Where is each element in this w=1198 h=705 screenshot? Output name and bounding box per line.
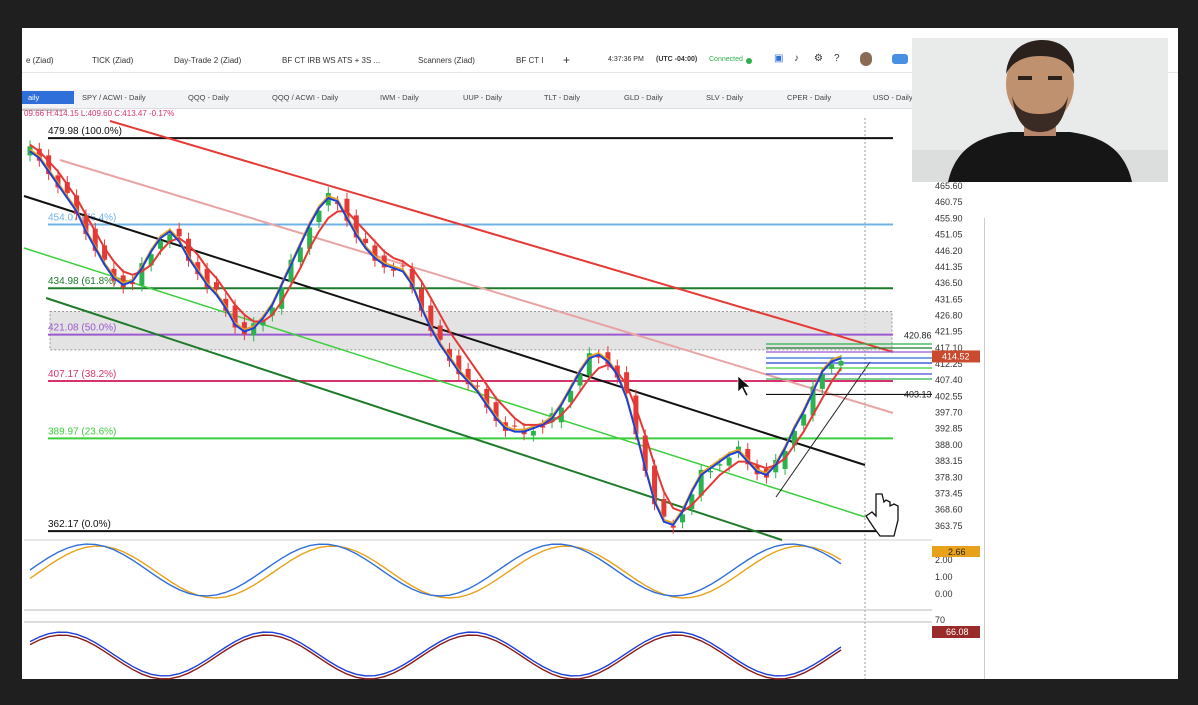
candle-body	[437, 325, 443, 340]
price-tick-label: 388.00	[935, 440, 963, 450]
price-tick-label: 465.60	[935, 181, 963, 191]
price-tick-label: 392.85	[935, 424, 963, 434]
candle-body	[726, 457, 732, 466]
fib-level-label: 421.08 (50.0%)	[48, 323, 116, 334]
price-tick-label: 397.70	[935, 408, 963, 418]
candle-body	[176, 228, 182, 237]
price-tick-label: 431.65	[935, 294, 963, 304]
candle-body	[512, 425, 518, 427]
fib-level-label: 434.98 (61.8%)	[48, 276, 116, 287]
mouse-cursor-icon	[737, 375, 751, 397]
price-tick-label: 368.60	[935, 505, 963, 515]
price-tick-label: 436.50	[935, 278, 963, 288]
price-tick-label: 451.05	[935, 230, 963, 240]
candle-body	[213, 282, 219, 290]
rsi-slow-line	[29, 634, 842, 680]
candle-body	[530, 430, 536, 436]
price-level-label: 403.13	[904, 389, 932, 399]
price-level-label: 414.52	[942, 351, 970, 361]
price-tick-label: 446.20	[935, 246, 963, 256]
candle-body	[474, 385, 480, 387]
fib-level-label: 362.17 (0.0%)	[48, 519, 111, 530]
candle-body	[717, 464, 723, 466]
price-tick-label: 402.55	[935, 391, 963, 401]
presenter-video	[912, 38, 1168, 182]
fib-level-label: 389.97 (23.6%)	[48, 426, 116, 437]
osc-tick-label: 0.00	[935, 589, 953, 599]
fib-level-label: 479.98 (100.0%)	[48, 126, 122, 137]
price-tick-label: 455.90	[935, 213, 963, 223]
stoch-fast-line	[29, 543, 842, 597]
hand-cursor-icon	[865, 493, 899, 537]
rsi-fast-line	[29, 631, 842, 677]
rsi-tick-label: 70	[935, 615, 945, 625]
price-tick-label: 407.40	[935, 375, 963, 385]
consolidation-zone	[49, 310, 893, 351]
rsi-value-label: 66.08	[946, 627, 969, 637]
stoch-slow-line	[29, 545, 842, 599]
price-tick-label: 383.15	[935, 456, 963, 466]
candle-body	[838, 360, 844, 366]
candle-body	[661, 498, 667, 517]
osc-tick-label: 1.00	[935, 572, 953, 582]
price-tick-label: 378.30	[935, 472, 963, 482]
candle-body	[400, 265, 406, 267]
pink-channel-line	[59, 159, 894, 414]
price-tick-label: 421.95	[935, 327, 963, 337]
price-tick-label: 441.35	[935, 262, 963, 272]
fib-level-label: 407.17 (38.2%)	[48, 369, 116, 380]
webcam-overlay	[912, 38, 1168, 182]
price-tick-label: 373.45	[935, 488, 963, 498]
price-tick-label: 426.80	[935, 310, 963, 320]
price-tick-label: 460.75	[935, 197, 963, 207]
price-level-label: 420.86	[904, 330, 932, 340]
osc-value-label: 2.66	[948, 547, 966, 557]
candle-body	[707, 470, 713, 473]
candle-body	[829, 364, 835, 369]
price-tick-label: 363.75	[935, 521, 963, 531]
